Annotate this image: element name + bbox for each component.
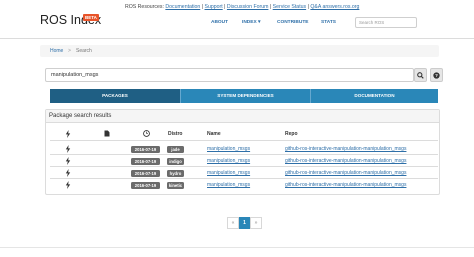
resource-link-forum[interactable]: Discussion Forum [227, 4, 269, 10]
table-divider [50, 140, 438, 141]
repo-link[interactable]: github-ros-interactive-manipulation-mani… [285, 158, 406, 164]
resources-label: ROS Resources: [125, 4, 164, 10]
search-icon [417, 71, 424, 79]
nav-stats[interactable]: STATS [321, 20, 336, 30]
pagination-next[interactable]: » [250, 217, 262, 229]
breadcrumb-current: Search [76, 48, 92, 54]
resource-link-documentation[interactable]: Documentation [165, 4, 200, 10]
bolt-icon [65, 145, 71, 153]
help-icon: ? [433, 71, 440, 79]
column-header-distro: Distro [168, 131, 183, 137]
resource-link-status[interactable]: Service Status [273, 4, 306, 10]
column-header-name: Name [207, 131, 221, 137]
breadcrumb-separator: > [68, 48, 71, 54]
breadcrumb-home[interactable]: Home [50, 45, 63, 57]
date-badge: 2016-07-19 [131, 170, 160, 177]
top-bar: ROS Index BETA ROS Resources: Documentat… [0, 0, 474, 39]
date-badge: 2016-07-19 [131, 146, 160, 153]
tab-documentation[interactable]: DOCUMENTATION [310, 89, 438, 103]
repo-link[interactable]: github-ros-interactive-manipulation-mani… [285, 182, 406, 188]
clock-icon [143, 130, 150, 137]
package-name-link[interactable]: manipulation_msgs [207, 146, 250, 152]
row-divider [50, 154, 438, 155]
breadcrumb: Home > Search [40, 45, 439, 57]
package-search-input[interactable]: manipulation_msgs [45, 68, 414, 82]
date-badge: 2016-07-19 [131, 158, 160, 165]
document-icon [104, 130, 110, 137]
repo-link[interactable]: github-ros-interactive-manipulation-mani… [285, 146, 406, 152]
package-name-link[interactable]: manipulation_msgs [207, 170, 250, 176]
header-search-input[interactable]: Search ROS [355, 17, 417, 28]
nav-contribute[interactable]: CONTRIBUTE [277, 20, 308, 30]
footer-divider [0, 247, 474, 248]
bolt-icon [65, 169, 71, 177]
row-divider [50, 166, 438, 167]
package-name-link[interactable]: manipulation_msgs [207, 158, 250, 164]
repo-link[interactable]: github-ros-interactive-manipulation-mani… [285, 170, 406, 176]
date-badge: 2016-07-19 [131, 182, 160, 189]
tab-system-dependencies[interactable]: SYSTEM DEPENDENCIES [180, 89, 310, 103]
resource-link-answers[interactable]: Q&A answers.ros.org [310, 4, 359, 10]
resource-link-support[interactable]: Support [205, 4, 223, 10]
column-header-repo: Repo [285, 131, 298, 137]
ros-resources: ROS Resources: Documentation | Support |… [125, 4, 360, 10]
beta-badge: BETA [83, 14, 99, 21]
search-button[interactable] [414, 68, 427, 82]
nav-index[interactable]: INDEX ▾ [242, 20, 260, 30]
pagination-page-1[interactable]: 1 [239, 217, 250, 229]
tab-packages[interactable]: PACKAGES [50, 89, 180, 103]
package-name-link[interactable]: manipulation_msgs [207, 182, 250, 188]
row-divider [50, 178, 438, 179]
nav-about[interactable]: ABOUT [211, 20, 228, 30]
bolt-icon [65, 181, 71, 189]
pagination-prev[interactable]: « [227, 217, 239, 229]
result-tabs: PACKAGES SYSTEM DEPENDENCIES DOCUMENTATI… [50, 89, 438, 103]
bolt-icon [65, 130, 71, 138]
help-button[interactable]: ? [430, 68, 443, 82]
distro-badge: jade [167, 146, 184, 153]
svg-text:?: ? [435, 73, 438, 78]
bolt-icon [65, 157, 71, 165]
distro-badge: indigo [167, 158, 184, 165]
distro-badge: hydro [167, 170, 184, 177]
distro-badge: kinetic [167, 182, 184, 189]
results-title: Package search results [46, 110, 439, 123]
